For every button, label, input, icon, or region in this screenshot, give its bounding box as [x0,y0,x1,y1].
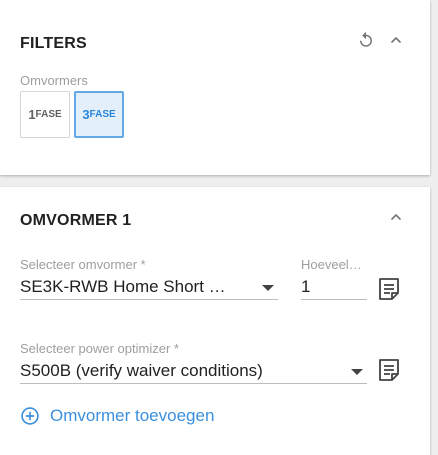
phase-3-button[interactable]: 3 FASE [74,91,124,138]
phase-1-word: FASE [35,109,62,120]
select-inverter-label: Selecteer omvormer * [20,257,146,272]
select-optimizer-underline [20,383,367,384]
quantity-label: Hoeveel… [301,257,362,272]
chevron-up-icon[interactable] [386,30,406,50]
add-inverter-button[interactable]: Omvormer toevoegen [20,406,214,426]
quantity-input[interactable]: 1 [301,277,361,297]
quantity-underline [301,299,367,300]
select-optimizer-label: Selecteer power optimizer * [20,341,179,356]
note-icon[interactable] [378,277,400,301]
phase-3-number: 3 [82,107,90,122]
inverters-filter-label: Omvormers [20,73,88,88]
phase-1-number: 1 [28,107,36,122]
note-icon[interactable] [378,358,400,382]
phase-toggle-group: 1 FASE 3 FASE [20,91,124,138]
select-inverter-dropdown[interactable]: SE3K-RWB Home Short … [20,277,248,297]
select-inverter-underline [20,299,278,300]
add-inverter-label: Omvormer toevoegen [50,406,215,425]
inverter-title: OMVORMER 1 [20,212,132,229]
phase-3-word: FASE [89,109,116,120]
phase-1-button[interactable]: 1 FASE [20,91,70,138]
chevron-up-icon[interactable] [386,207,406,227]
reset-icon[interactable] [356,30,376,50]
add-circle-icon [21,407,39,425]
filters-title: FILTERS [20,35,87,52]
select-optimizer-dropdown[interactable]: S500B (verify waiver conditions) [20,361,340,381]
inverter-card: OMVORMER 1 Selecteer omvormer * SE3K-RWB… [0,187,430,455]
filters-card: FILTERS Omvormers 1 FASE 3 FASE [0,0,430,175]
dropdown-caret-icon[interactable] [351,369,363,375]
dropdown-caret-icon[interactable] [262,285,274,291]
